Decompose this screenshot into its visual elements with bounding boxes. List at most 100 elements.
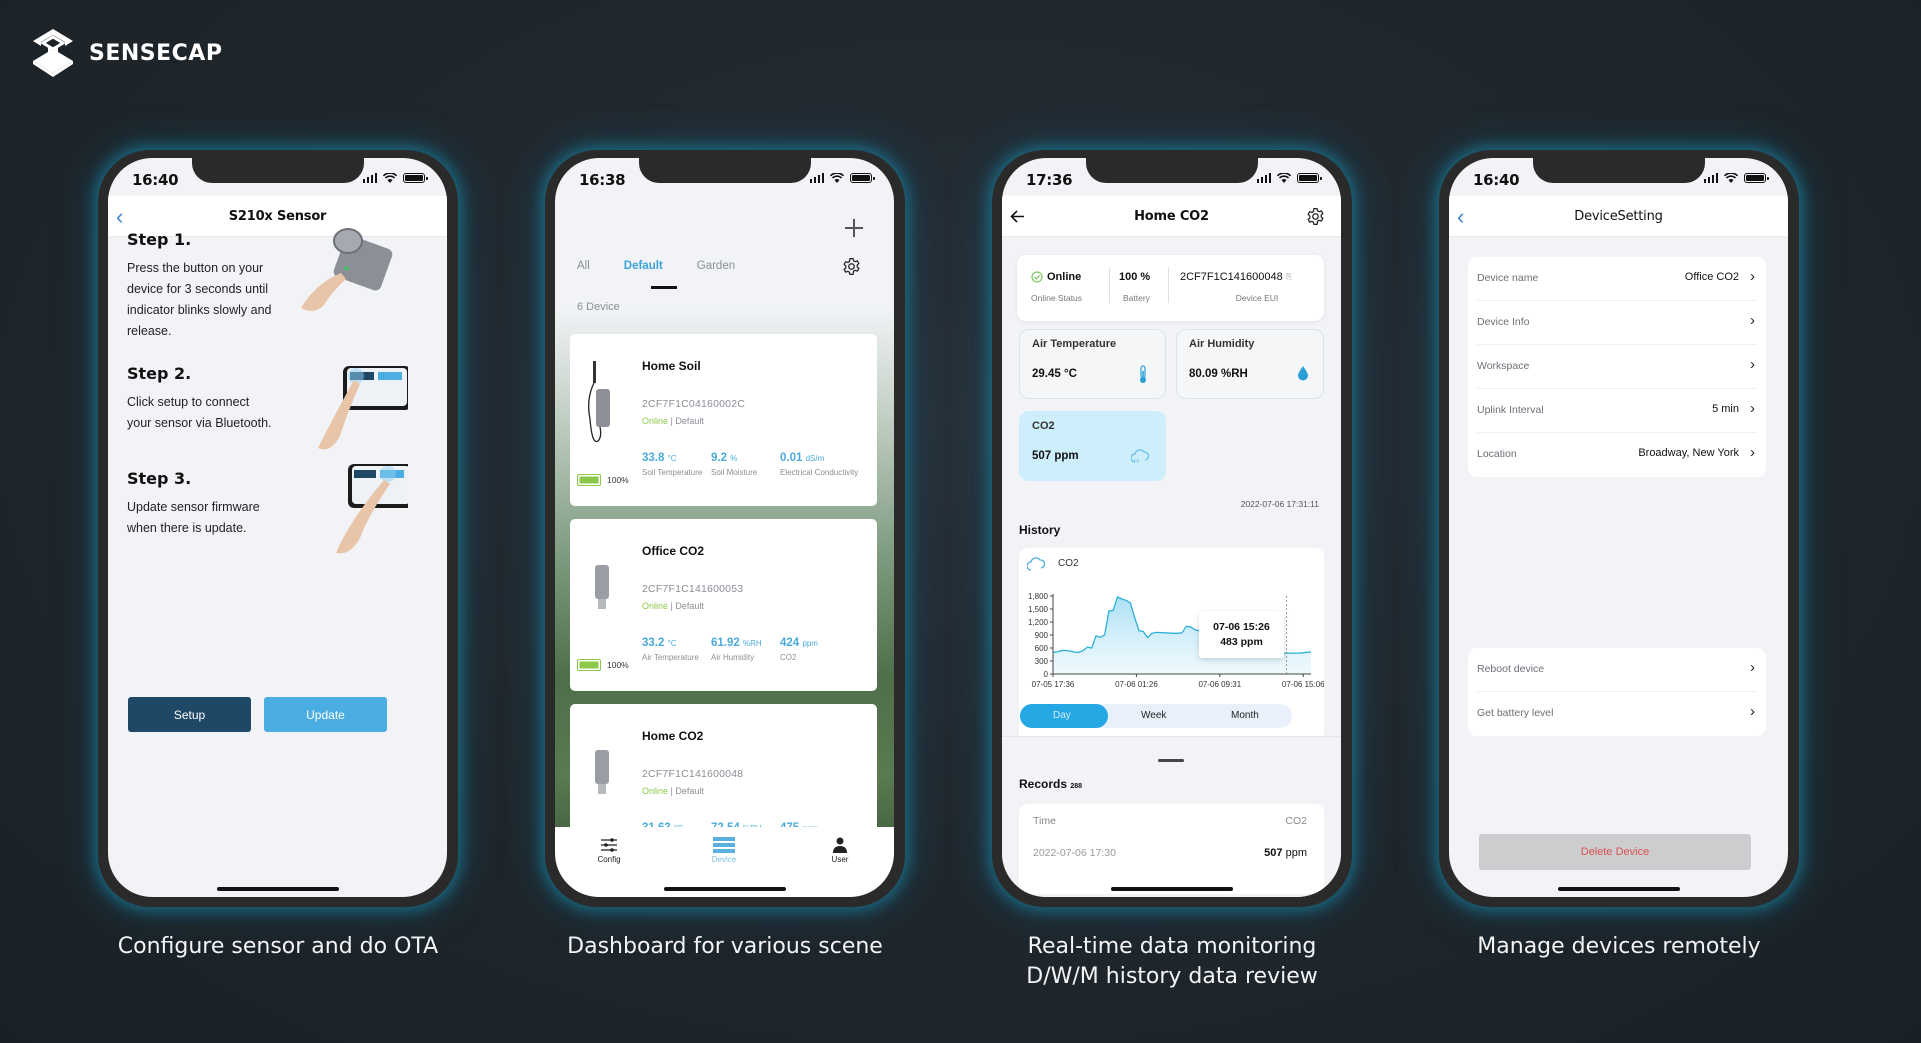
reading-air-temperature[interactable]: Air Temperature 29.45 °C: [1019, 329, 1166, 399]
signal-icon: [1703, 173, 1718, 183]
status-value: Online: [1047, 271, 1082, 283]
setting-workspace[interactable]: Workspace ›: [1477, 345, 1757, 389]
battery-percent: 100%: [607, 475, 629, 485]
y-tick-label: 1,200: [1028, 618, 1049, 627]
battery-icon: [577, 474, 601, 486]
device-eui: 2CF7F1C04160002C: [642, 398, 746, 410]
reading-value: 80.09 %RH: [1189, 368, 1248, 380]
setting-location[interactable]: Location Broadway, New York ›: [1477, 433, 1757, 477]
settings-group-device: Device name Office CO2 › Device Info › Work…: [1468, 257, 1766, 477]
setting-label: Workspace: [1477, 360, 1530, 372]
phone-update-illustration: [336, 464, 408, 554]
sheet-grabber[interactable]: [1158, 759, 1184, 762]
caption-line: Real-time data monitoring: [1027, 934, 1317, 959]
x-tick-label: 07-06 09:31: [1198, 680, 1241, 689]
tab-default[interactable]: Default: [624, 260, 663, 272]
sliders-icon: [601, 838, 617, 852]
reading-air-humidity[interactable]: Air Humidity 80.09 %RH: [1176, 329, 1324, 399]
setting-get-battery-level[interactable]: Get battery level ›: [1477, 692, 1757, 736]
metric-value: 9.2: [711, 452, 727, 464]
setting-uplink-interval[interactable]: Uplink Interval 5 min ›: [1477, 389, 1757, 433]
metric-label: Air Temperature: [642, 653, 699, 662]
metric: 9.2 % Soil Moisture: [711, 452, 791, 478]
range-day[interactable]: Day: [1053, 710, 1071, 721]
range-week[interactable]: Week: [1141, 710, 1166, 721]
metric-label: Air Humidity: [711, 653, 755, 662]
setting-label: Reboot device: [1477, 663, 1545, 675]
reading-title: Air Humidity: [1189, 338, 1255, 350]
device-detail-screen: 17:36 Home CO2 Online Online Status 100 …: [1002, 158, 1341, 897]
status-online: Online: [642, 786, 669, 796]
phone-tap-illustration: [318, 366, 408, 450]
metric-unit: dS/m: [805, 454, 825, 463]
tab-garden[interactable]: Garden: [697, 260, 735, 272]
status-time: 16:38: [579, 171, 626, 189]
battery-value: 100 %: [1119, 271, 1151, 283]
caption-line: Dashboard for various scene: [567, 934, 883, 959]
x-tick-label: 07-06 15:06: [1282, 680, 1324, 689]
device-card-home-soil[interactable]: 100% Home Soil 2CF7F1C04160002C Online |…: [570, 334, 877, 506]
back-arrow-icon[interactable]: [1010, 210, 1025, 223]
step-1: Step 1. Press the button on your device …: [127, 230, 277, 342]
dashboard-screen: 16:38 All Default Garden 6 Device 100% H…: [555, 158, 894, 897]
device-list-icon: [713, 837, 735, 853]
reading-co2[interactable]: CO2 507 ppm co: [1019, 411, 1166, 481]
caption-manage: Manage devices remotely: [1369, 932, 1869, 962]
metric-value: 33.2: [642, 637, 665, 649]
records-table: Time CO2 2022-07-06 17:30 507 ppm: [1019, 804, 1324, 894]
step-title: Step 1.: [127, 230, 192, 249]
settings-gear-icon[interactable]: [1306, 207, 1325, 226]
tab-device[interactable]: Device: [694, 837, 754, 864]
chevron-right-icon: ›: [1750, 400, 1755, 417]
copy-icon[interactable]: ⎘: [1286, 272, 1292, 282]
setting-value: 5 min: [1712, 403, 1739, 415]
water-drop-icon: [1298, 366, 1308, 381]
back-chevron-icon[interactable]: ‹: [1457, 206, 1464, 228]
caption-line: Configure sensor and do OTA: [117, 934, 439, 959]
range-month[interactable]: Month: [1231, 710, 1259, 721]
wifi-icon: [1277, 173, 1291, 183]
back-chevron-icon[interactable]: ‹: [116, 206, 123, 228]
soil-sensor-image: [588, 361, 610, 443]
setup-button[interactable]: Setup: [128, 697, 251, 732]
device-setting-screen: 16:40 ‹ DeviceSetting Device name Office …: [1449, 158, 1788, 897]
caption-line: D/W/M history data review: [1026, 964, 1318, 989]
tab-label: User: [831, 855, 849, 864]
add-device-icon[interactable]: [844, 218, 864, 238]
home-indicator: [216, 887, 339, 891]
device-count: 6 Device: [577, 301, 620, 313]
setting-label: Uplink Interval: [1477, 404, 1544, 416]
wifi-icon: [1724, 173, 1738, 183]
delete-device-button[interactable]: Delete Device: [1479, 834, 1751, 870]
metric: 33.8 °C Soil Temperature: [642, 452, 722, 478]
chevron-right-icon: ›: [1750, 659, 1755, 676]
status-online: Online: [642, 601, 669, 611]
tab-all[interactable]: All: [577, 260, 590, 272]
page-title: DeviceSetting: [1574, 208, 1663, 224]
setting-reboot-device[interactable]: Reboot device ›: [1477, 648, 1757, 692]
co2-cloud-icon: [1027, 557, 1045, 571]
setting-device-info[interactable]: Device Info ›: [1477, 301, 1757, 345]
update-button[interactable]: Update: [264, 697, 387, 732]
tab-user[interactable]: User: [810, 837, 870, 864]
status-time: 16:40: [132, 171, 179, 189]
eui-value: 2CF7F1C141600048: [1180, 271, 1283, 283]
record-number: 507: [1264, 847, 1283, 859]
tab-label: Config: [597, 855, 621, 864]
records-title: Records 288: [1019, 777, 1082, 791]
divider: [1168, 267, 1169, 303]
device-eui: 2CF7F1C141600048 ⎘: [1180, 271, 1292, 283]
chart-series-label: CO2: [1058, 558, 1079, 569]
metric: 0.01 dS/m Electrical Conductivity: [780, 452, 860, 478]
co2-sensor-image: [595, 750, 609, 794]
device-card-office-co2[interactable]: 100% Office CO2 2CF7F1C141600053 Online …: [570, 519, 877, 691]
tab-config[interactable]: Config: [579, 837, 639, 864]
setting-device-name[interactable]: Device name Office CO2 ›: [1477, 257, 1757, 301]
history-title: History: [1019, 523, 1061, 537]
settings-gear-icon[interactable]: [842, 257, 861, 276]
metric-value: 33.8: [642, 452, 665, 464]
device-status: Online | Default: [642, 601, 704, 611]
step-text: Click setup to connect your sensor via B…: [127, 395, 272, 430]
records-count: 288: [1070, 783, 1083, 790]
chevron-right-icon: ›: [1750, 356, 1755, 373]
